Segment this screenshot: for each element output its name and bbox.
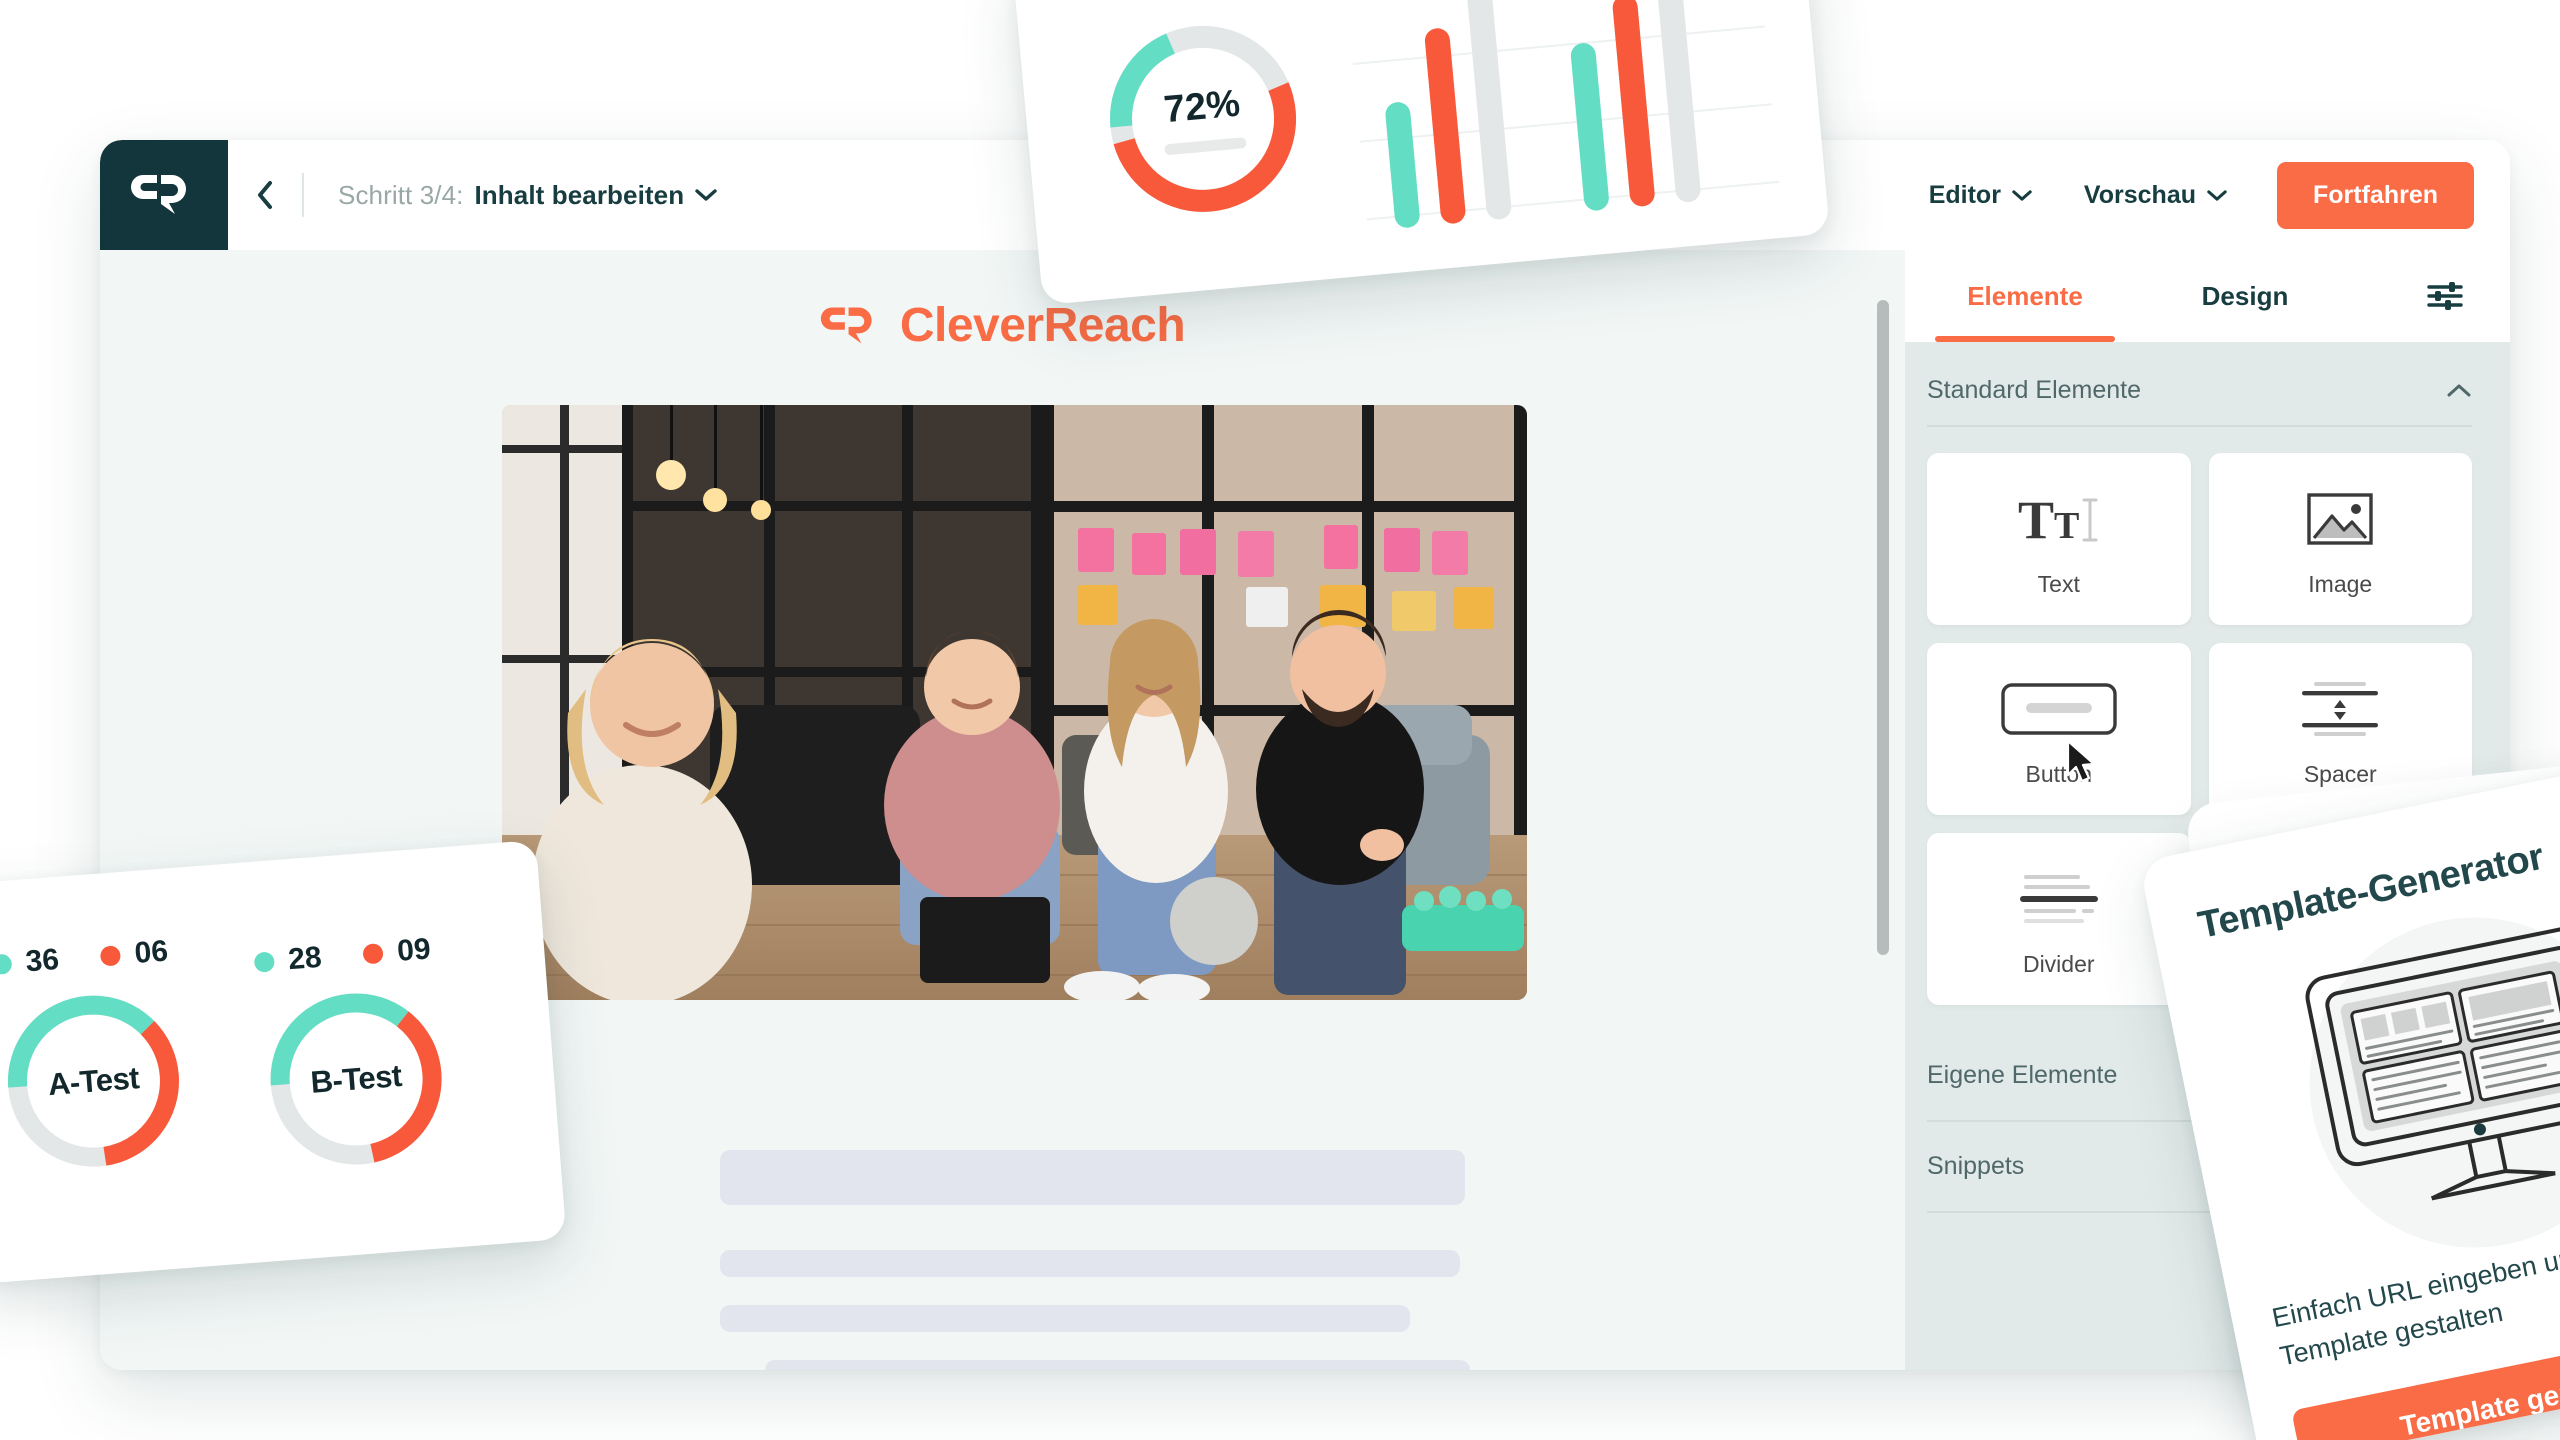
text-tt-icon-glyph: T T: [2018, 490, 2098, 550]
completion-percent: 72%: [1162, 82, 1242, 132]
preview-dropdown-label: Vorschau: [2083, 180, 2196, 209]
step-indicator[interactable]: Schritt 3/4: Inhalt bearbeiten: [338, 180, 717, 211]
element-card-button[interactable]: Button: [1927, 643, 2191, 815]
tab-design[interactable]: Design: [2145, 250, 2345, 342]
element-card-image-label: Image: [2308, 570, 2373, 597]
chevron-down-icon: [2012, 189, 2032, 201]
back-button[interactable]: [228, 140, 302, 250]
bar-g1-orange: [1423, 27, 1467, 225]
text-placeholder-line: [720, 1150, 1465, 1205]
b-test-orange-value: 09: [396, 932, 432, 968]
text-placeholder-line: [720, 1305, 1410, 1332]
continue-button[interactable]: Fortfahren: [2277, 161, 2474, 229]
bar-g2-teal: [1569, 42, 1610, 212]
a-test-orange-value: 06: [133, 934, 170, 971]
b-test-legend-orange: 09: [362, 932, 432, 971]
office-team-photo: [502, 405, 1527, 1000]
element-card-text[interactable]: T T Text: [1927, 453, 2191, 625]
editor-dropdown-label: Editor: [1928, 180, 2001, 209]
hero-image[interactable]: [502, 405, 1527, 1000]
email-brand-logo[interactable]: CleverReach: [820, 298, 1186, 353]
chart-gridline: [1359, 103, 1773, 143]
monitor-layout-illustration-icon: [2305, 926, 2560, 1201]
mouse-cursor-icon: [2066, 739, 2095, 783]
chevron-down-icon: [695, 189, 717, 201]
element-card-image[interactable]: Image: [2208, 453, 2472, 625]
chevron-down-icon: [2207, 189, 2227, 201]
button-icon: [2000, 671, 2118, 747]
spacer-icon: [2298, 671, 2382, 747]
legend-dot-teal: [253, 951, 276, 973]
text-tt-icon: T T: [2016, 481, 2102, 557]
text-placeholder-line: [765, 1360, 1470, 1370]
a-test-teal-value: 36: [24, 942, 61, 979]
legend-dot-teal: [0, 953, 13, 976]
a-test-legend-teal: 36: [0, 943, 60, 982]
element-card-spacer-label: Spacer: [2303, 760, 2377, 787]
chevron-left-icon: [258, 181, 272, 209]
ab-test-overlay-card: 36 06 A-Test 28 09 B-Test: [0, 839, 567, 1285]
svg-text:T: T: [2054, 505, 2079, 547]
b-test-donut-chart: B-Test: [257, 980, 456, 1179]
email-logo-wordmark: CleverReach: [899, 299, 1186, 352]
element-card-divider-label: Divider: [2022, 950, 2095, 977]
chart-gridline: [1352, 25, 1766, 66]
spacer-icon-glyph: [2302, 681, 2379, 736]
b-test-unit: 28 09 B-Test: [253, 932, 455, 1179]
a-test-legend-orange: 06: [100, 935, 170, 974]
divider-icon-glyph: [2019, 874, 2098, 923]
legend-dot-orange: [362, 943, 385, 965]
top-bar-actions: Editor Vorschau Fortfahren: [1903, 161, 2510, 229]
chevron-up-icon: [2447, 384, 2471, 397]
editor-dropdown[interactable]: Editor: [1903, 181, 2058, 210]
b-test-center-label: B-Test: [309, 1057, 403, 1100]
bar-g1-teal: [1384, 101, 1421, 229]
label-placeholder-bar: [1164, 137, 1247, 156]
a-test-center-label: A-Test: [46, 1059, 141, 1102]
panel-tab-bar: Elemente Design: [1905, 250, 2510, 342]
tab-elemente[interactable]: Elemente: [1905, 250, 2145, 342]
element-card-text-label: Text: [2037, 570, 2080, 597]
svg-text:T: T: [2018, 490, 2054, 550]
completion-donut-label: 72%: [1094, 10, 1311, 227]
step-prefix: Schritt 3/4:: [338, 179, 464, 210]
b-test-legend-teal: 28: [253, 941, 323, 980]
toolbar-divider: [302, 173, 304, 217]
canvas-scrollbar[interactable]: [1877, 300, 1889, 955]
brand-logo-tile[interactable]: [100, 140, 228, 250]
text-placeholder-line: [720, 1250, 1460, 1277]
b-test-legend: 28 09: [253, 932, 440, 980]
section-standard-elemente[interactable]: Standard Elemente: [1905, 342, 2510, 425]
bar-g2-gray: [1653, 0, 1702, 204]
sliders-icon-glyph: [2427, 282, 2463, 310]
section-standard-elemente-label: Standard Elemente: [1927, 376, 2142, 404]
step-title: Inhalt bearbeiten: [474, 179, 685, 210]
sliders-icon[interactable]: [2426, 281, 2464, 311]
image-icon-glyph: [2307, 492, 2373, 545]
image-icon: [2306, 481, 2374, 557]
bar-g1-gray: [1466, 0, 1513, 221]
b-test-teal-value: 28: [286, 940, 323, 977]
bar-g2-orange: [1611, 0, 1656, 208]
cleverreach-cr-mark-icon: [131, 175, 186, 214]
button-icon-glyph: [2001, 682, 2117, 735]
divider-icon: [2018, 861, 2100, 937]
a-test-donut-chart: A-Test: [0, 982, 193, 1181]
legend-dot-orange: [100, 945, 122, 967]
a-test-unit: 36 06 A-Test: [0, 934, 193, 1181]
preview-dropdown[interactable]: Vorschau: [2058, 181, 2253, 210]
chart-gridline: [1366, 180, 1780, 221]
cleverreach-cr-mark-icon: [820, 307, 872, 344]
a-test-legend: 36 06: [0, 934, 178, 982]
